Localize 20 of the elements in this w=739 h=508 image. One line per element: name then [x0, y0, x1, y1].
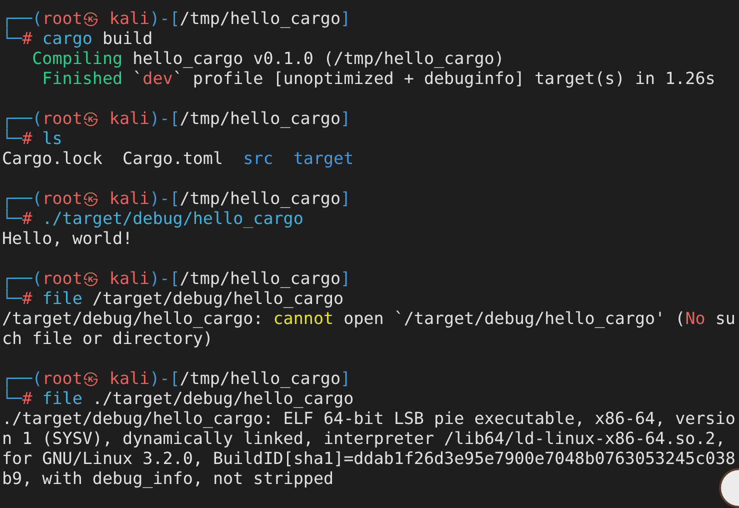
terminal-line: ch file or directory) [2, 328, 213, 348]
terminal-line: Cargo.lock Cargo.toml src target [2, 148, 354, 168]
terminal-line: ./target/debug/hello_cargo: ELF 64-bit LSB pie executable, x86-64, versio [2, 408, 736, 428]
terminal-line: └─# cargo build [2, 28, 153, 48]
terminal-line: └─# file ./target/debug/hello_cargo [2, 388, 354, 408]
terminal-line: Compiling hello_cargo v0.1.0 (/tmp/hello_cargo) [31, 48, 504, 68]
terminal-line: n 1 (SYSV), dynamically linked, interpreter /lib64/ld-linux-x86-64.so.2, [2, 428, 726, 448]
terminal-line: b9, with debug_info, not stripped [2, 468, 334, 488]
terminal-line: Finished `dev` profile [unoptimized + debuginfo] target(s) in 1.26s [41, 68, 716, 88]
terminal-line: └─# ./target/debug/hello_cargo [2, 208, 304, 228]
terminal-line: ┌──(root㉿ kali)-[/tmp/hello_cargo] [2, 108, 351, 128]
terminal-line: /target/debug/hello_cargo: cannot open `/target/debug/hello_cargo' (No su [2, 308, 736, 328]
terminal-line: Hello, world! [2, 228, 133, 248]
terminal-line: ┌──(root㉿ kali)-[/tmp/hello_cargo] [2, 368, 351, 388]
terminal-line: ┌──(root㉿ kali)-[/tmp/hello_cargo] [2, 8, 351, 28]
terminal-line: └─# ls [2, 128, 62, 148]
terminal-line: for GNU/Linux 3.2.0, BuildID[sha1]=ddab1f26d3e95e7900e7048b0763053245c038 [2, 448, 736, 468]
terminal-line: ┌──(root㉿ kali)-[/tmp/hello_cargo] [2, 188, 351, 208]
terminal-line: ┌──(root㉿ kali)-[/tmp/hello_cargo] [2, 268, 351, 288]
terminal-line: └─# file /target/debug/hello_cargo [2, 288, 344, 308]
